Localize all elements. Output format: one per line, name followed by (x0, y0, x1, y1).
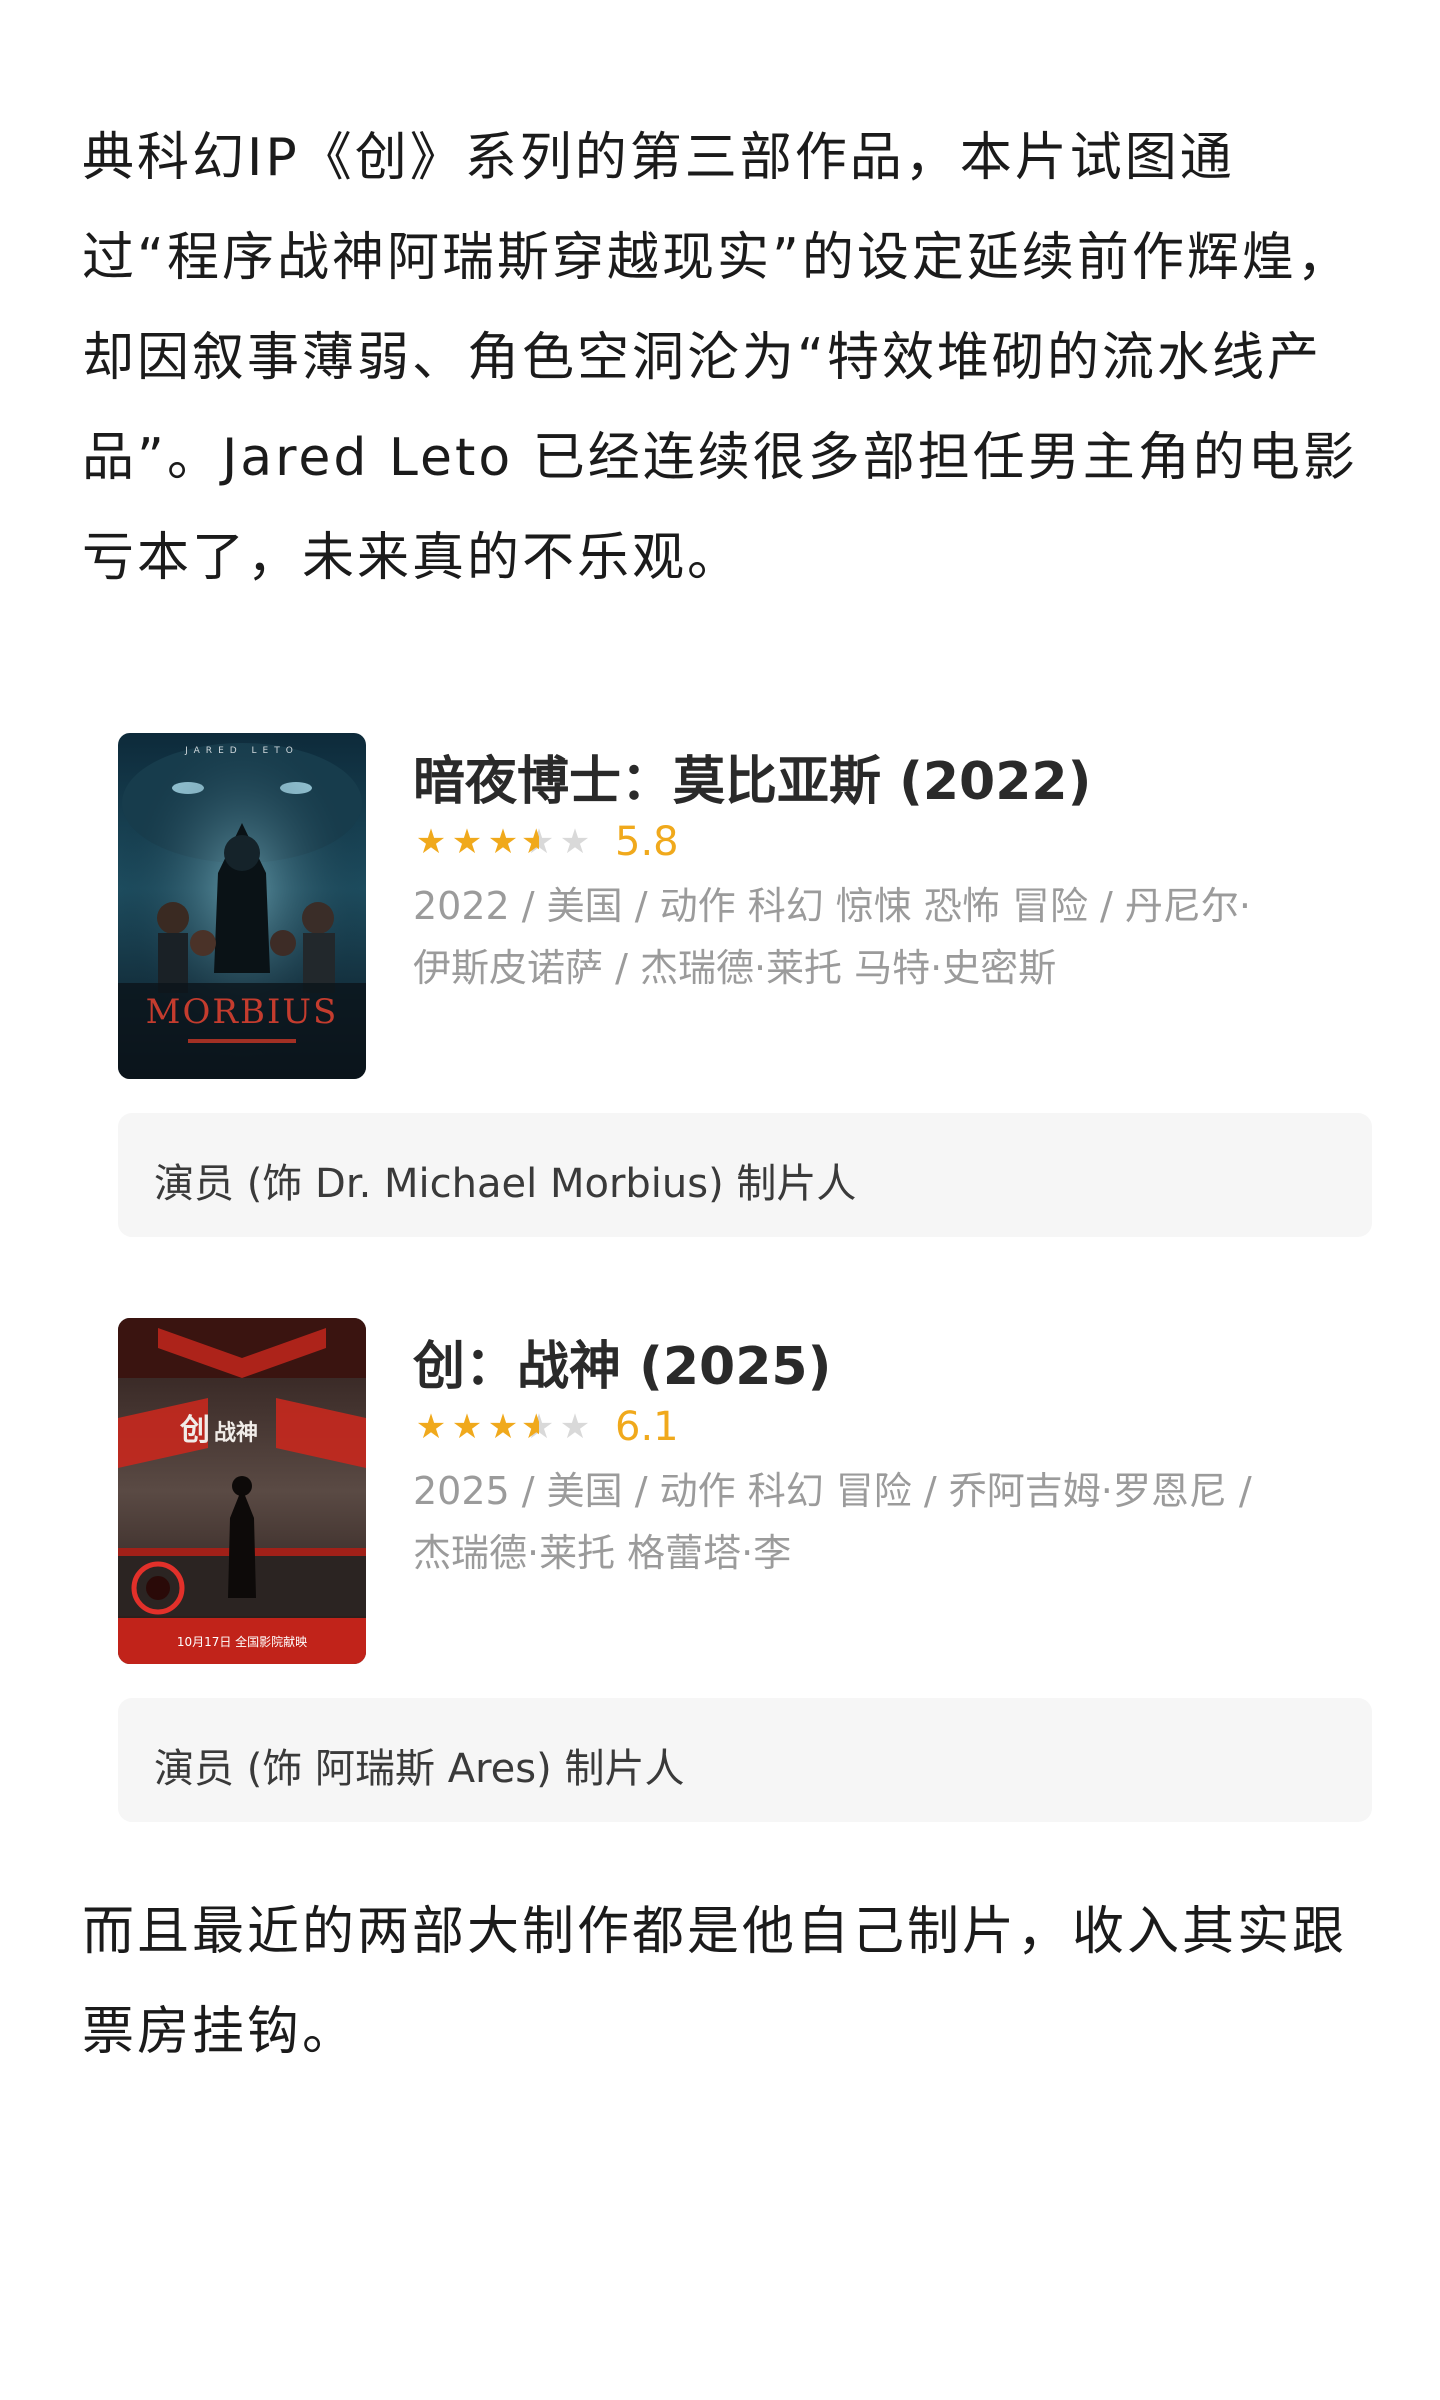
movie-title[interactable]: 暗夜博士：莫比亚斯 (2022) (413, 739, 1091, 814)
empty-star-icon: ★ (559, 1407, 591, 1447)
movie-meta: 2022 / 美国 / 动作 科幻 惊悚 恐怖 冒险 / 丹尼尔·伊斯皮诺萨 /… (413, 884, 1251, 990)
empty-star-icon: ★ (559, 822, 591, 862)
half-star-icon: ★ (521, 1410, 557, 1444)
morbius-poster-icon: MORBIUS JARED LETO (118, 733, 366, 1079)
closing-paragraph: 而且最近的两部大制作都是他自己制片，收入其实跟票房挂钩。 (82, 1902, 1348, 2062)
svg-text:JARED LETO: JARED LETO (184, 746, 299, 756)
role-text: 演员 (饰 阿瑞斯 Ares) 制片人 (154, 1746, 685, 1792)
svg-text:战神: 战神 (214, 1420, 258, 1446)
movie-poster[interactable]: 创 战神 10月17日 全国影院献映 (118, 1318, 366, 1664)
half-star-icon: ★ (521, 825, 557, 859)
star-icon: ★ (415, 1407, 447, 1447)
intro-paragraph: 典科幻IP《创》系列的第三部作品，本片试图通过“程序战神阿瑞斯穿越现实”的设定延… (82, 128, 1358, 588)
svg-text:10月17日 全国影院献映: 10月17日 全国影院献映 (177, 1634, 307, 1649)
star-icon: ★ (415, 822, 447, 862)
role-text: 演员 (饰 Dr. Michael Morbius) 制片人 (154, 1161, 857, 1207)
rating-row: ★ ★ ★ ★ ★ 6.1 (413, 1402, 679, 1452)
movie-title[interactable]: 创：战神 (2025) (413, 1324, 831, 1399)
star-icon: ★ (487, 822, 519, 862)
movie-meta: 2025 / 美国 / 动作 科幻 冒险 / 乔阿吉姆·罗恩尼 / 杰瑞德·莱托… (413, 1469, 1252, 1575)
tron-ares-poster-icon: 创 战神 10月17日 全国影院献映 (118, 1318, 366, 1664)
rating-score: 5.8 (615, 819, 679, 865)
star-icon: ★ (451, 822, 483, 862)
svg-text:创: 创 (179, 1413, 210, 1448)
star-icon: ★ (487, 1407, 519, 1447)
rating-score: 6.1 (615, 1404, 679, 1450)
role-box: 演员 (饰 Dr. Michael Morbius) 制片人 (118, 1113, 1372, 1237)
role-box: 演员 (饰 阿瑞斯 Ares) 制片人 (118, 1698, 1372, 1822)
star-rating: ★ ★ ★ ★ ★ (413, 1410, 593, 1444)
star-rating: ★ ★ ★ ★ ★ (413, 825, 593, 859)
rating-row: ★ ★ ★ ★ ★ 5.8 (413, 817, 679, 867)
movie-poster[interactable]: MORBIUS JARED LETO (118, 733, 366, 1079)
star-icon: ★ (451, 1407, 483, 1447)
svg-text:MORBIUS: MORBIUS (146, 992, 339, 1032)
